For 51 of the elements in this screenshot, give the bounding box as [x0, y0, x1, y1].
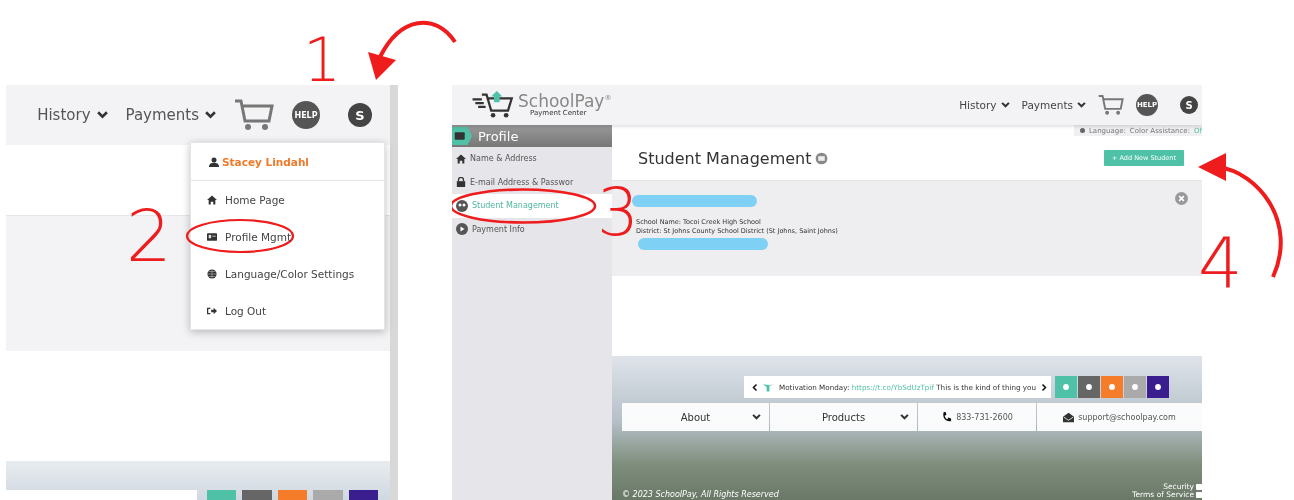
cart-icon[interactable] [1098, 94, 1124, 116]
cart-logo-icon [472, 91, 516, 119]
step-number: 4 [1198, 228, 1243, 298]
info-icon[interactable] [815, 151, 829, 165]
play-icon [456, 223, 468, 236]
nav-menu[interactable]: History [37, 106, 108, 124]
nav-menu[interactable]: Payments [125, 106, 216, 124]
chevron-left-icon[interactable] [752, 382, 758, 392]
social-button[interactable] [348, 490, 378, 500]
menu-item[interactable]: Language/Color Settings [207, 255, 355, 292]
user-avatar[interactable]: S [1180, 96, 1198, 114]
sidebar-item[interactable]: Name & Address [452, 147, 612, 171]
menu-item[interactable]: Log Out [207, 292, 267, 329]
chevron-icon [96, 111, 108, 119]
copyright-text: © 2023 SchoolPay, All Rights Reserved [622, 490, 779, 499]
globe-icon [1079, 128, 1085, 133]
chevron-icon [205, 111, 216, 119]
user-name: Stacey Lindahl [222, 155, 309, 168]
house-icon [207, 194, 217, 205]
logo-text: SchoolPay$^{®}$ [518, 93, 612, 110]
nav-menu[interactable]: History [959, 99, 1010, 111]
chevron-icon [900, 414, 909, 420]
sign-out-icon [207, 305, 217, 316]
menu-item[interactable]: Home Page [207, 181, 285, 218]
user-avatar[interactable]: S [348, 103, 372, 127]
person-icon [209, 156, 219, 167]
step-number: 1 [303, 30, 342, 90]
close-icon[interactable] [1175, 192, 1188, 205]
id-card-icon [452, 126, 472, 146]
chevron-icon [1077, 102, 1086, 108]
footer-nav-item[interactable]: support@schoolpay.com [1037, 403, 1202, 431]
step-number: 2 [126, 200, 172, 272]
nav-menu[interactable]: Payments [1021, 99, 1086, 111]
envelope-icon [1063, 411, 1075, 423]
globe-icon [207, 268, 217, 279]
chevron-icon [1000, 102, 1010, 108]
help-button[interactable]: HELP [292, 101, 320, 129]
footer-nav-item[interactable]: About [622, 403, 769, 431]
phone-icon [941, 411, 953, 423]
bird-icon [763, 382, 774, 392]
chevron-right-icon[interactable] [1041, 382, 1048, 392]
footer-nav-item[interactable]: 833-731-2600 [918, 403, 1036, 431]
scrollbar[interactable] [390, 85, 398, 500]
sidebar-title: Profile [478, 128, 519, 144]
house-icon [456, 153, 466, 164]
id-card-icon [207, 231, 217, 242]
chevron-icon [752, 414, 761, 420]
footer-nav-item[interactable]: Products [770, 403, 917, 431]
page-title: Student Management [638, 148, 812, 168]
people-icon [456, 199, 468, 212]
cart-icon[interactable] [234, 98, 274, 132]
